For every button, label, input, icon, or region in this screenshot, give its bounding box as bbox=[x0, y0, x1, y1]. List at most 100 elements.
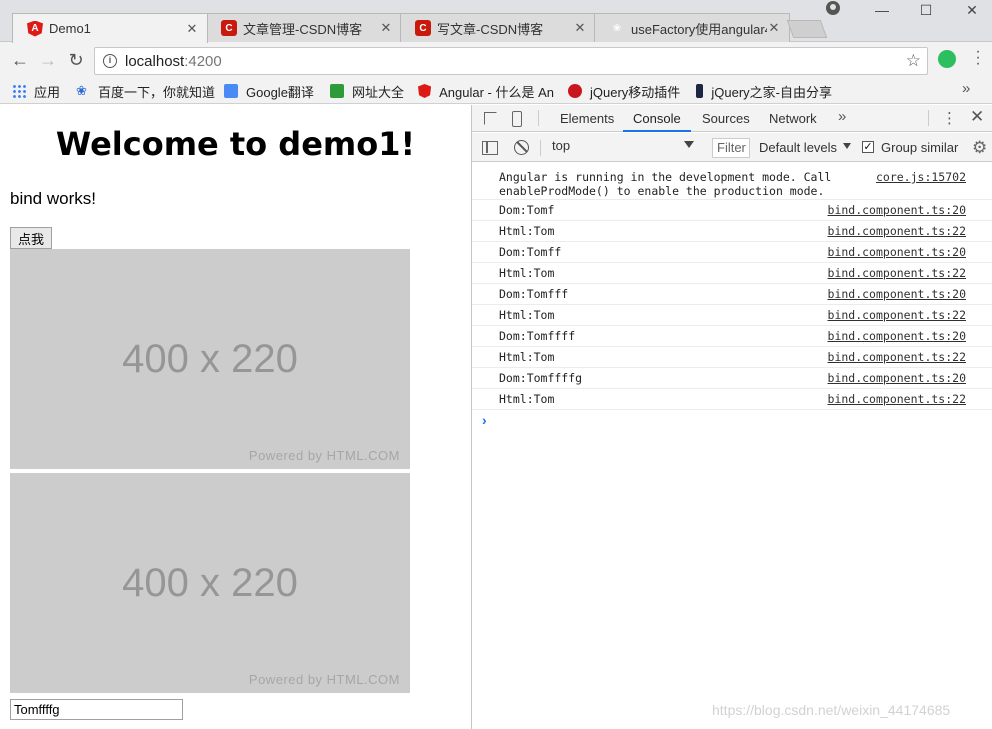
tab-title: 写文章-CSDN博客 bbox=[437, 21, 544, 37]
url-host: localhost bbox=[125, 52, 185, 70]
log-source-link[interactable]: bind.component.ts:20 bbox=[828, 245, 966, 259]
gear-icon[interactable]: ⚙ bbox=[972, 138, 987, 158]
page-heading: Welcome to demo1! bbox=[55, 125, 416, 163]
new-tab-button[interactable] bbox=[786, 20, 828, 38]
console-message: Html:Tom bind.component.ts:22 bbox=[472, 347, 992, 368]
console-filter-input[interactable]: Filter bbox=[712, 138, 750, 158]
window-close-icon[interactable]: ✕ bbox=[952, 2, 992, 22]
bookmark-apps[interactable]: 应用 bbox=[12, 82, 60, 100]
bookmark-google-translate[interactable]: Google翻译 bbox=[224, 82, 314, 100]
tab-close-icon[interactable]: ✕ bbox=[767, 20, 781, 36]
angular-icon: A bbox=[27, 20, 43, 37]
baidu-paw-icon: ❀ bbox=[76, 83, 87, 98]
log-source-link[interactable]: bind.component.ts:20 bbox=[828, 287, 966, 301]
console-output: Angular is running in the development mo… bbox=[472, 163, 992, 430]
tab-strip: A Demo1 ✕ C 文章管理-CSDN博客 ✕ C 写文章-CSDN博客 ✕… bbox=[0, 0, 992, 43]
tab-network[interactable]: Network bbox=[759, 105, 827, 132]
click-me-button[interactable]: 点我 bbox=[10, 227, 52, 249]
bookmark-jquery-plugins[interactable]: jQuery移动插件 bbox=[568, 82, 680, 100]
console-message: Dom:Tomffffg bind.component.ts:20 bbox=[472, 368, 992, 389]
log-source-link[interactable]: bind.component.ts:22 bbox=[828, 350, 966, 364]
toolbar-divider bbox=[540, 140, 541, 156]
page-viewport: Welcome to demo1! bind works! 点我 400 x 2… bbox=[0, 105, 471, 729]
bookmark-star-icon[interactable]: ☆ bbox=[906, 51, 921, 71]
jquery-home-icon bbox=[696, 84, 704, 98]
minimize-icon[interactable]: — bbox=[862, 2, 902, 22]
devtools-menu-icon[interactable]: ⋮ bbox=[942, 109, 957, 127]
log-source-link[interactable]: bind.component.ts:22 bbox=[828, 224, 966, 238]
context-selector[interactable]: top bbox=[552, 138, 696, 157]
name-input[interactable] bbox=[10, 699, 183, 720]
tab-title: Demo1 bbox=[49, 21, 91, 36]
log-source-link[interactable]: bind.component.ts:22 bbox=[828, 392, 966, 406]
devtools-panel: Elements Console Sources Network » ⋮ ✕ t… bbox=[471, 105, 992, 729]
console-prompt[interactable]: › bbox=[472, 410, 992, 430]
more-tabs-icon[interactable]: » bbox=[838, 108, 846, 125]
bookmark-baidu[interactable]: ❀ 百度一下，你就知道 bbox=[76, 82, 215, 100]
group-similar-checkbox[interactable]: ✓ bbox=[862, 141, 874, 153]
bookmark-label: jQuery移动插件 bbox=[590, 84, 681, 100]
bookmark-jquery-home[interactable]: jQuery之家-自由分享 bbox=[696, 82, 832, 100]
log-source-link[interactable]: bind.component.ts:22 bbox=[828, 308, 966, 322]
site-directory-icon bbox=[330, 84, 344, 98]
toolbar-divider bbox=[538, 110, 539, 126]
bookmark-label: Google翻译 bbox=[246, 84, 314, 100]
csdn-icon: C bbox=[415, 20, 431, 36]
baidu-paw-icon: ❀ bbox=[612, 22, 622, 34]
angular-icon bbox=[418, 84, 432, 98]
apps-grid-icon bbox=[12, 84, 26, 98]
log-source-link[interactable]: bind.component.ts:20 bbox=[828, 329, 966, 343]
browser-tab-demo1[interactable]: A Demo1 ✕ bbox=[12, 13, 208, 43]
browser-menu-icon[interactable]: · · · bbox=[972, 44, 984, 72]
bookmark-label: Angular - 什么是 An bbox=[439, 84, 554, 100]
placeholder-image: 400 x 220 Powered by HTML.COM bbox=[10, 473, 410, 693]
console-message: Dom:Tomf bind.component.ts:20 bbox=[472, 200, 992, 221]
address-bar[interactable]: i localhost:4200 ☆ bbox=[94, 47, 928, 75]
tab-elements[interactable]: Elements bbox=[550, 105, 624, 132]
back-icon[interactable]: ← bbox=[10, 50, 30, 70]
bookmark-angular[interactable]: Angular - 什么是 An bbox=[418, 82, 554, 100]
profile-icon[interactable] bbox=[826, 1, 840, 15]
browser-toolbar: ← → ↻ i localhost:4200 ☆ bbox=[0, 42, 992, 78]
bookmarks-overflow-icon[interactable]: » bbox=[962, 80, 970, 97]
device-toolbar-icon[interactable] bbox=[512, 111, 522, 127]
tab-close-icon[interactable]: ✕ bbox=[185, 21, 199, 37]
group-similar-label: Group similar bbox=[881, 140, 959, 155]
maximize-icon[interactable]: ☐ bbox=[906, 2, 946, 22]
log-source-link[interactable]: core.js:15702 bbox=[876, 170, 966, 184]
devtools-tab-bar: Elements Console Sources Network » ⋮ ✕ bbox=[472, 105, 992, 132]
info-icon[interactable]: i bbox=[103, 54, 117, 68]
evernote-extension-icon[interactable] bbox=[938, 50, 956, 68]
chevron-down-icon[interactable] bbox=[684, 141, 694, 148]
console-message: Html:Tom bind.component.ts:22 bbox=[472, 221, 992, 242]
jquery-plugin-icon bbox=[568, 84, 582, 98]
bookmark-label: 应用 bbox=[34, 84, 61, 100]
devtools-close-icon[interactable]: ✕ bbox=[970, 107, 984, 127]
tab-console[interactable]: Console bbox=[623, 105, 691, 132]
log-source-link[interactable]: bind.component.ts:20 bbox=[828, 371, 966, 385]
tab-title: 文章管理-CSDN博客 bbox=[243, 21, 363, 37]
bookmark-label: jQuery之家-自由分享 bbox=[711, 84, 832, 100]
reload-icon[interactable]: ↻ bbox=[66, 50, 86, 70]
console-sidebar-icon[interactable] bbox=[482, 141, 498, 155]
log-source-link[interactable]: bind.component.ts:22 bbox=[828, 266, 966, 280]
forward-icon[interactable]: → bbox=[38, 50, 58, 70]
watermark-text: https://blog.csdn.net/weixin_44174685 bbox=[712, 702, 951, 718]
tab-close-icon[interactable]: ✕ bbox=[379, 20, 393, 36]
tab-sources[interactable]: Sources bbox=[692, 105, 760, 132]
tab-close-icon[interactable]: ✕ bbox=[573, 20, 587, 36]
bookmark-site-directory[interactable]: 网址大全 bbox=[330, 82, 404, 100]
chevron-down-icon[interactable] bbox=[843, 143, 851, 149]
log-levels-dropdown[interactable]: Default levels bbox=[759, 140, 837, 155]
url-port: :4200 bbox=[184, 52, 222, 70]
clear-console-icon[interactable] bbox=[514, 140, 529, 155]
browser-tab-article-manage[interactable]: C 文章管理-CSDN博客 ✕ bbox=[206, 13, 402, 42]
placeholder-credit: Powered by HTML.COM bbox=[248, 448, 400, 463]
placeholder-credit: Powered by HTML.COM bbox=[248, 672, 400, 687]
inspect-element-icon[interactable] bbox=[484, 112, 497, 125]
browser-tab-usefactory[interactable]: ❀ useFactory使用angular4 ✕ bbox=[594, 13, 790, 42]
csdn-icon: C bbox=[221, 20, 237, 36]
console-message: Html:Tom bind.component.ts:22 bbox=[472, 305, 992, 326]
browser-tab-write-article[interactable]: C 写文章-CSDN博客 ✕ bbox=[400, 13, 596, 42]
log-source-link[interactable]: bind.component.ts:20 bbox=[828, 203, 966, 217]
